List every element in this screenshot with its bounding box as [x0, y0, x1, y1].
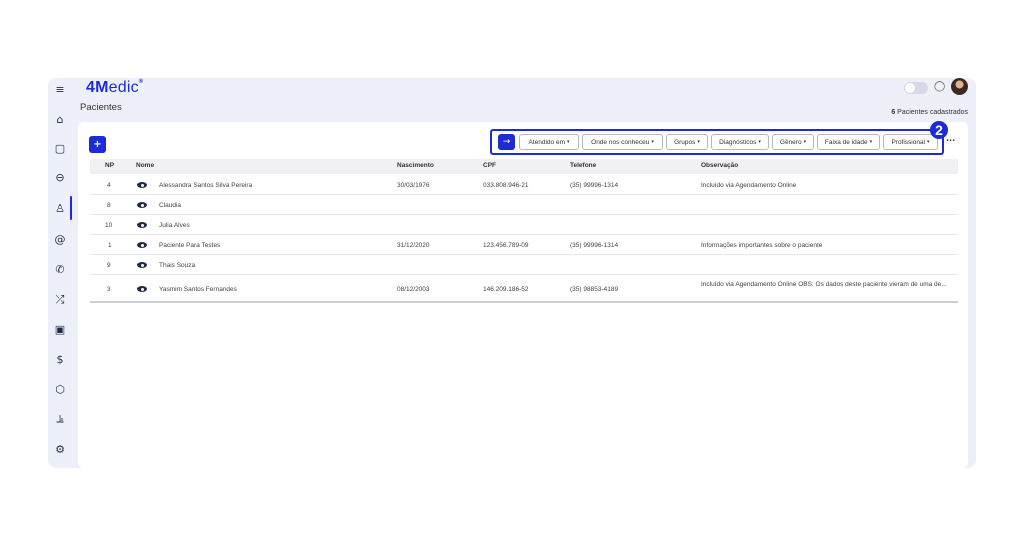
patient-count: 6 Pacientes cadastrados [891, 109, 968, 116]
patient-count-label: Pacientes cadastrados [897, 109, 968, 116]
menu-icon[interactable]: ≡ [48, 78, 72, 100]
box-icon[interactable]: ⬡ [48, 378, 72, 400]
filter-diagnosticos[interactable]: Diagnósticos ▾ [711, 134, 769, 150]
filter-onde-nos-conheceu[interactable]: Onde nos conheceu ▾ [582, 134, 663, 150]
cell-np: 10 [105, 222, 113, 229]
phone-icon[interactable]: ✆ [48, 258, 72, 280]
cell-observacao: Informações importantes sobre o paciente [701, 242, 823, 249]
sidebar-active-indicator [70, 196, 72, 220]
cell-observacao: Incluído via Agendamento Online OBS: Os … [701, 281, 947, 288]
filter-profissional[interactable]: Profissional ▾ [883, 134, 938, 150]
filter-genero[interactable]: Gênero ▾ [772, 134, 814, 150]
avatar[interactable] [951, 78, 968, 95]
filter-label: Atendido em [528, 138, 565, 146]
cell-nome[interactable]: Alessandra Santos Silva Pereira [159, 182, 252, 189]
cell-cpf: 146.209.186-52 [483, 286, 529, 293]
clipboard-icon[interactable]: ▣ [48, 318, 72, 340]
eye-icon[interactable] [137, 222, 147, 228]
caret-down-icon: ▾ [758, 139, 761, 145]
eye-icon[interactable] [137, 262, 147, 268]
filter-label: Faixa de idade [824, 138, 868, 146]
chart-icon[interactable]: ⫡ [48, 408, 72, 430]
cell-np: 8 [107, 202, 111, 209]
logo-sup: ® [138, 79, 144, 85]
filter-atendido-em[interactable]: Atendido em ▾ [519, 134, 579, 150]
cell-np: 3 [107, 286, 111, 293]
cell-cpf: 123.456.789-09 [483, 242, 529, 249]
table-header [90, 159, 958, 174]
cell-np: 4 [107, 182, 111, 189]
eye-icon[interactable] [137, 202, 147, 208]
at-icon[interactable]: @ [48, 228, 72, 250]
cell-nome[interactable]: Julia Alves [159, 222, 190, 229]
add-patient-button[interactable]: + [89, 136, 106, 153]
cell-np: 9 [107, 262, 111, 269]
cell-nascimento: 31/12/2020 [397, 242, 430, 249]
column-header-observacao[interactable]: Observação [701, 162, 738, 169]
cell-np: 1 [108, 242, 112, 249]
theme-toggle[interactable] [904, 82, 928, 94]
filter-label: Profissional [891, 138, 926, 146]
cell-telefone: (35) 99996-1314 [570, 182, 619, 189]
patient-count-number: 6 [891, 109, 896, 116]
column-header-cpf[interactable]: CPF [483, 162, 496, 169]
filter-label: Onde nos conheceu [591, 138, 650, 146]
home-icon[interactable]: ⌂ [48, 108, 72, 130]
cell-nome[interactable]: Claudia [159, 202, 181, 209]
dollar-icon[interactable]: $ [48, 348, 72, 370]
gear-icon[interactable]: ⚙ [48, 438, 72, 460]
column-header-nome[interactable]: Nome [136, 162, 154, 169]
sidebar: ≡ ⌂ ▢ ⊖ ♙ @ ✆ ⤮ ▣ $ ⬡ ⫡ ⚙ [48, 78, 72, 468]
eye-icon[interactable] [137, 182, 147, 188]
column-header-np[interactable]: NP [105, 162, 114, 169]
cell-nome[interactable]: Thais Souza [159, 262, 195, 269]
caret-down-icon: ▾ [869, 139, 873, 145]
table-row[interactable] [90, 255, 958, 275]
app-logo[interactable]: 4Medic® [86, 79, 143, 97]
cell-observacao: Incluído via Agendamento Online [701, 182, 797, 189]
apply-filter-button[interactable]: → [498, 134, 515, 150]
eye-icon[interactable] [137, 286, 147, 292]
step-badge: 2 [930, 121, 948, 139]
eye-icon[interactable] [137, 242, 147, 248]
cell-telefone: (35) 99996-1314 [570, 242, 619, 249]
table-row[interactable] [90, 195, 958, 215]
caret-down-icon: ▾ [697, 139, 700, 145]
column-header-telefone[interactable]: Telefone [570, 162, 596, 169]
filter-faixa-de-idade[interactable]: Faixa de idade ▾ [817, 134, 880, 150]
filter-label: Diagnósticos [719, 138, 757, 146]
table-bottom-border [90, 301, 958, 303]
filter-grupos[interactable]: Grupos ▾ [666, 134, 708, 150]
caret-down-icon: ▾ [927, 139, 930, 145]
more-filters-icon[interactable]: ··· [946, 136, 955, 145]
cell-nascimento: 08/12/2003 [397, 286, 430, 293]
chat-icon[interactable]: ◯ [934, 81, 945, 92]
calendar-icon[interactable]: ▢ [48, 137, 72, 159]
caret-down-icon: ▾ [803, 139, 807, 145]
table-row[interactable] [90, 215, 958, 235]
logo-light: edic [108, 79, 139, 96]
cell-nome[interactable]: Paciente Para Testes [159, 242, 220, 249]
shuffle-icon[interactable]: ⤮ [48, 289, 72, 311]
filter-label: Gênero [779, 138, 802, 146]
caret-down-icon: ▾ [566, 139, 570, 145]
filter-label: Grupos [674, 138, 696, 146]
logo-main: 4M [86, 79, 109, 96]
page-title: Pacientes [80, 102, 122, 113]
caret-down-icon: ▾ [651, 139, 654, 145]
cell-cpf: 033.808.946-21 [483, 182, 529, 189]
cell-nascimento: 30/03/1976 [397, 182, 430, 189]
user-icon[interactable]: ♙ [48, 197, 72, 219]
column-header-nascimento[interactable]: Nascimento [397, 162, 434, 169]
sofa-icon[interactable]: ⊖ [48, 166, 72, 188]
cell-telefone: (35) 98853-4189 [570, 286, 619, 293]
cell-nome[interactable]: Yasmim Santos Fernandes [159, 286, 237, 293]
